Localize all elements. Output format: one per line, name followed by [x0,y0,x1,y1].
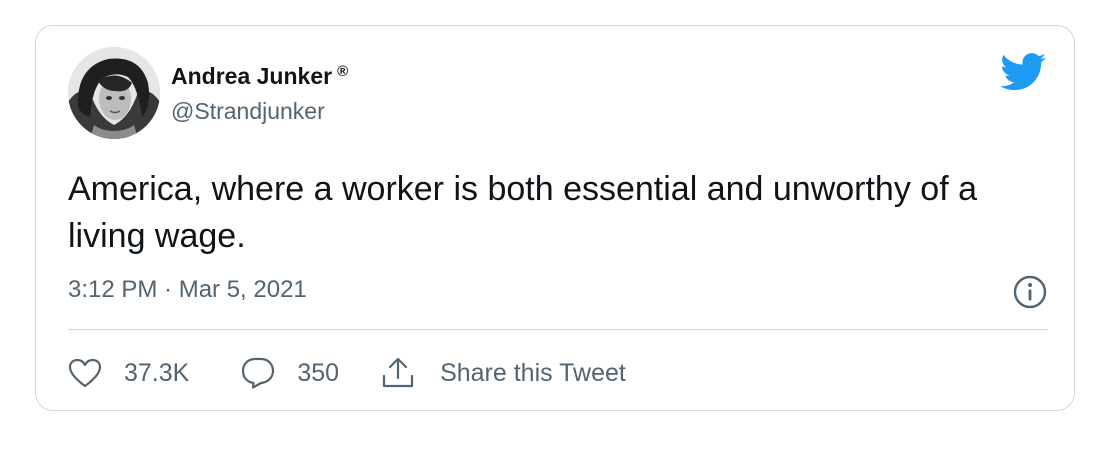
tweet-card: Andrea Junker ® @Strandjunker America, w… [35,25,1075,411]
author-handle[interactable]: @Strandjunker [171,97,325,125]
like-button[interactable]: 37.3K [68,358,189,388]
registered-mark: ® [337,63,349,80]
tweet-text: America, where a worker is both essentia… [68,170,978,255]
author-name-row: Andrea Junker ® [171,62,348,90]
profile-photo [68,47,160,139]
action-bar: 37.3K 350 Share this Tweet [68,353,626,393]
share-label: Share this Tweet [440,359,626,387]
twitter-bird-icon[interactable] [1000,53,1046,91]
share-tweet-button[interactable]: Share this Tweet [381,356,626,390]
tweet-timestamp[interactable]: 3:12 PM · Mar 5, 2021 [68,273,307,307]
share-upload-icon [382,357,414,388]
author-avatar[interactable] [68,47,160,139]
speech-bubble-icon [242,357,275,389]
reply-count: 350 [297,359,340,387]
info-icon[interactable] [1012,274,1048,310]
heart-icon [68,358,102,388]
divider [68,329,1048,330]
like-count: 37.3K [124,359,190,387]
author-display-name[interactable]: Andrea Junker [171,62,332,90]
reply-button[interactable]: 350 [241,357,339,389]
